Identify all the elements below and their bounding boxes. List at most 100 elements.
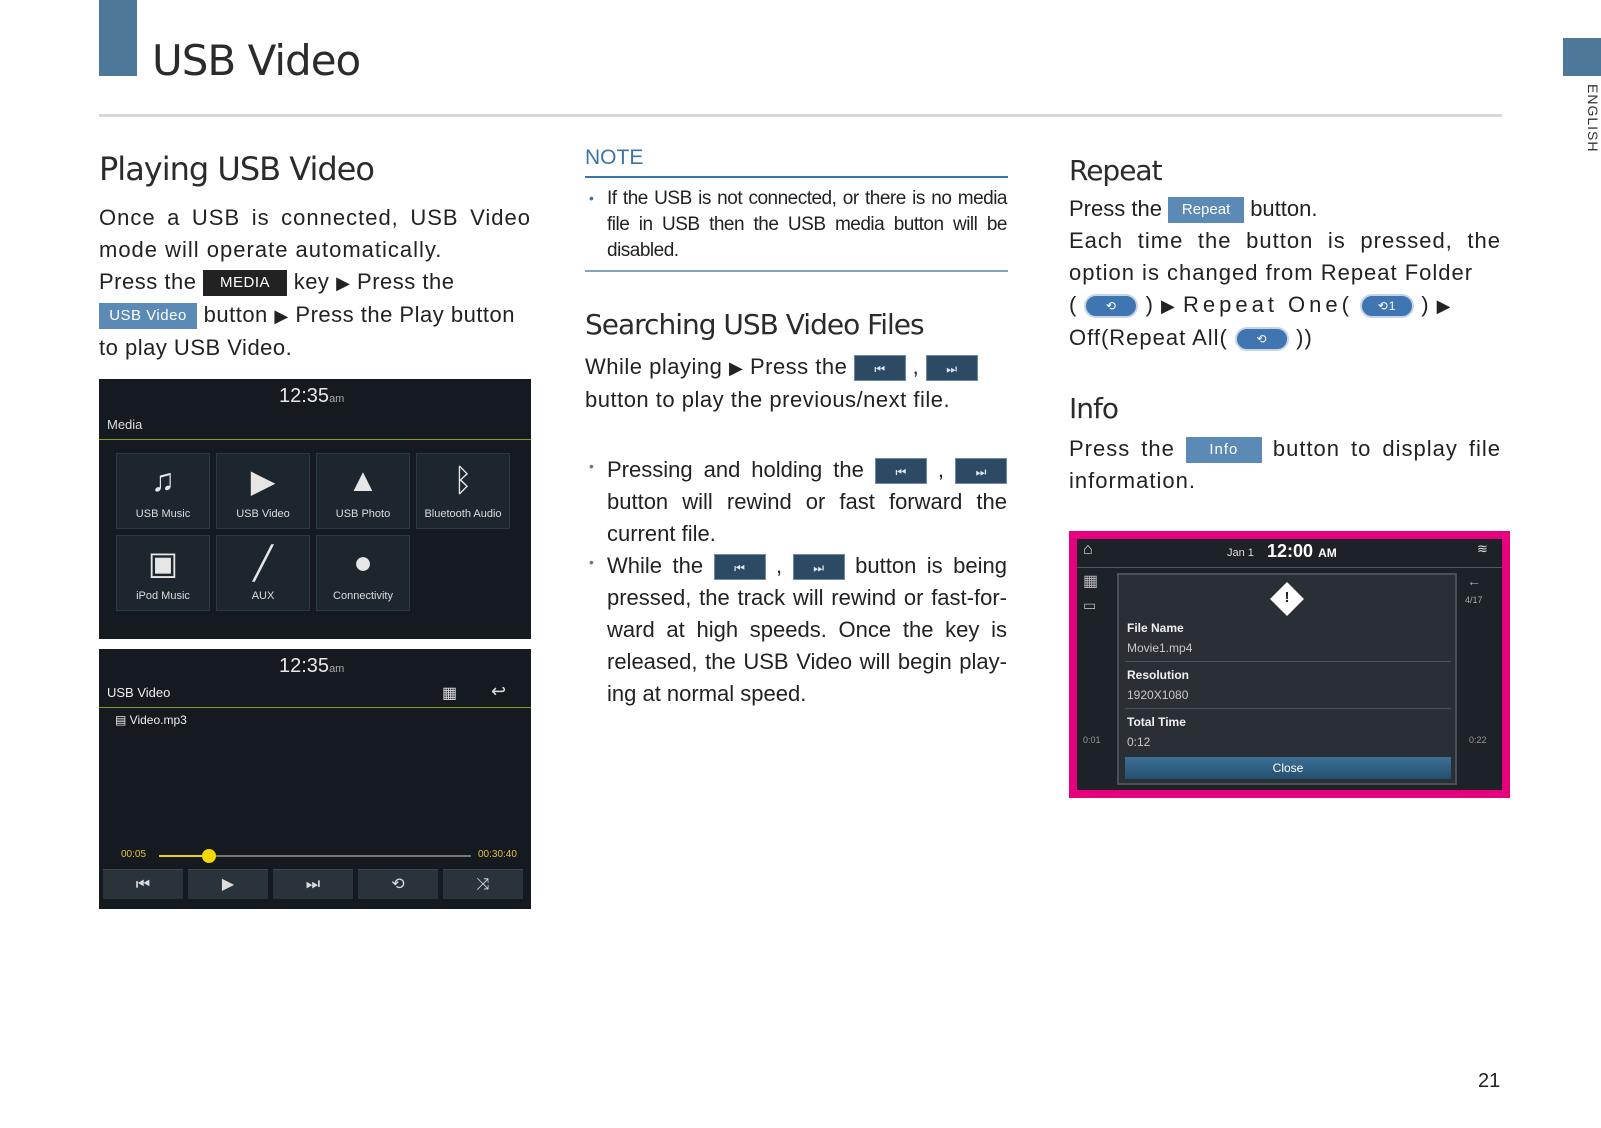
status-divider <box>1077 567 1502 568</box>
track-count: 4/17 <box>1465 595 1483 605</box>
field-value: Movie1.mp4 <box>1127 641 1193 655</box>
wifi-icon: ≋ <box>1477 541 1488 556</box>
column-searching: Searching USB Video Files While playing … <box>585 308 1009 416</box>
bullet-icon: • <box>589 190 594 206</box>
field-key: Total Time <box>1127 715 1186 729</box>
section-heading-playing: Playing USB Video <box>99 150 375 188</box>
aux-plug-icon: ╱ <box>253 545 273 581</box>
progress-track[interactable] <box>159 849 471 863</box>
close-button[interactable]: Close <box>1125 757 1451 779</box>
arrow-right-icon: ▶ <box>336 273 351 293</box>
language-tab-marker <box>1563 38 1601 76</box>
previous-track-icon: ⏮ <box>713 554 766 581</box>
media-menu-screenshot: 12:35am Media ♫ USB Music ▶ USB Video ▲ USB… <box>99 379 531 639</box>
tile-connectivity[interactable]: ● Connectivity <box>316 535 410 611</box>
usb-video-button-chip: USB Video <box>99 303 197 330</box>
header-divider <box>99 114 1502 117</box>
back-arrow-icon[interactable]: ← <box>1467 573 1481 589</box>
page-title: USB Video <box>152 36 361 85</box>
home-icon[interactable]: ⌂ <box>1083 541 1093 559</box>
info-instructions: Press the Info button to display file in… <box>1069 436 1501 493</box>
field-value: 1920X1080 <box>1127 688 1189 702</box>
play-icon[interactable]: ▶ <box>188 869 268 899</box>
repeat-one-icon: ⟲1 <box>1360 294 1415 319</box>
progress-handle[interactable] <box>201 849 216 863</box>
tile-bluetooth-audio[interactable]: ᛒ Bluetooth Audio <box>416 453 510 529</box>
previous-track-icon: ⏮ <box>854 355 906 382</box>
note-rule-bottom <box>585 270 1008 272</box>
bullet-fast-speed: While the ⏮ , ⏭ button is being pressed,… <box>607 553 1007 706</box>
photo-icon: ▲ <box>347 462 379 498</box>
grid-view-icon[interactable]: ▦ <box>442 683 457 703</box>
arrow-right-icon: ▶ <box>728 358 744 378</box>
previous-track-icon: ⏮ <box>874 458 927 485</box>
file-icon: ▤ <box>115 713 130 727</box>
page-number: 21 <box>1478 1070 1501 1092</box>
file-list-item[interactable]: ▤ Video.mp3 <box>115 713 187 727</box>
repeat-icon[interactable]: ⟲ <box>358 869 438 899</box>
tile-usb-music[interactable]: ♫ USB Music <box>116 453 210 529</box>
note-rule-top <box>585 176 1008 178</box>
file-info-dialog: ! File Name Movie1.mp4 Resolution 1920X1… <box>1117 573 1457 785</box>
tile-aux[interactable]: ╱ AUX <box>216 535 310 611</box>
searching-instructions: While playing ▶ Press the ⏮ , ⏭ button t… <box>585 351 1009 416</box>
media-title: Media <box>107 417 143 432</box>
arrow-right-icon: ▶ <box>274 306 289 326</box>
column-playing: Playing USB Video Once a USB is connecte… <box>99 150 531 364</box>
folder-icon[interactable]: ▭ <box>1083 597 1096 614</box>
shuffle-icon[interactable]: ⤨ <box>443 869 523 899</box>
repeat-all-icon: ⟲ <box>1235 327 1290 352</box>
section-heading-repeat: Repeat <box>1069 154 1163 187</box>
info-button-chip: Info <box>1185 437 1262 464</box>
searching-bullets: • Pressing and holding the ⏮ , ⏭ button … <box>585 454 1009 714</box>
info-screenshot-highlight: ⌂ Jan 1 12:00 AM ≋ ▦ ▭ ← 4/17 0:01 0:22 … <box>1069 531 1510 798</box>
next-track-icon: ⏭ <box>792 554 845 581</box>
connectivity-icon: ● <box>353 544 373 580</box>
bullet-rewind-hold: Pressing and holding the ⏮ , ⏭ button wi… <box>607 457 1008 546</box>
field-divider <box>1125 661 1451 662</box>
bullet-icon: • <box>589 554 594 570</box>
section-heading-searching: Searching USB Video Files <box>585 308 925 341</box>
media-key-chip: MEDIA <box>203 270 288 297</box>
section-heading-info: Info <box>1069 392 1119 425</box>
elapsed-time: 00:05 <box>121 849 147 860</box>
field-key: Resolution <box>1127 668 1189 682</box>
music-note-icon: ♫ <box>151 462 175 498</box>
next-icon[interactable]: ⏭ <box>273 869 353 899</box>
usb-video-player-screenshot: 12:35am USB Video ▦ ↩ ▤ Video.mp3 00:05 … <box>99 649 531 909</box>
repeat-description: Each time the button is pressed, the opt… <box>1069 228 1501 352</box>
arrow-right-icon: ▶ <box>1161 296 1176 316</box>
bluetooth-icon: ᛒ <box>453 462 473 498</box>
language-tab-label: ENGLISH <box>1585 84 1601 153</box>
bullet-icon: • <box>589 458 594 474</box>
note-title: NOTE <box>585 146 644 169</box>
video-list-icon[interactable]: ▦ <box>1083 571 1098 591</box>
title-divider <box>99 439 531 440</box>
video-icon: ▶ <box>250 463 276 499</box>
title-divider <box>99 707 531 708</box>
playing-instructions: Press the MEDIA key ▶ Press the USB Vide… <box>99 269 516 360</box>
next-track-icon: ⏭ <box>925 355 978 382</box>
arrow-right-icon: ▶ <box>1436 296 1452 316</box>
field-divider <box>1125 708 1451 709</box>
playing-intro: Once a USB is connected, USB Video mode … <box>99 205 531 262</box>
clock: 12:35am <box>279 385 345 407</box>
left-time: 0:01 <box>1083 735 1101 745</box>
tile-usb-photo[interactable]: ▲ USB Photo <box>316 453 410 529</box>
right-time: 0:22 <box>1469 735 1487 745</box>
note-box: NOTE • If the USB is not connected, or t… <box>585 146 1009 276</box>
player-title: USB Video <box>107 685 171 700</box>
repeat-instructions: Press the Repeat button. <box>1069 193 1501 225</box>
previous-icon[interactable]: ⏮ <box>103 869 183 899</box>
header-accent-bar <box>99 0 137 76</box>
tile-usb-video[interactable]: ▶ USB Video <box>216 453 310 529</box>
repeat-button-chip: Repeat <box>1168 197 1245 224</box>
tile-ipod-music[interactable]: ▣ iPod Music <box>116 535 210 611</box>
column-repeat-info: Repeat Press the Repeat button. Each tim… <box>1069 154 1501 497</box>
info-screenshot: ⌂ Jan 1 12:00 AM ≋ ▦ ▭ ← 4/17 0:01 0:22 … <box>1077 539 1502 790</box>
field-value: 0:12 <box>1127 735 1151 749</box>
clock: 12:35am <box>279 655 345 677</box>
ipod-icon: ▣ <box>147 545 179 581</box>
next-track-icon: ⏭ <box>955 458 1008 485</box>
back-icon[interactable]: ↩ <box>491 681 506 702</box>
